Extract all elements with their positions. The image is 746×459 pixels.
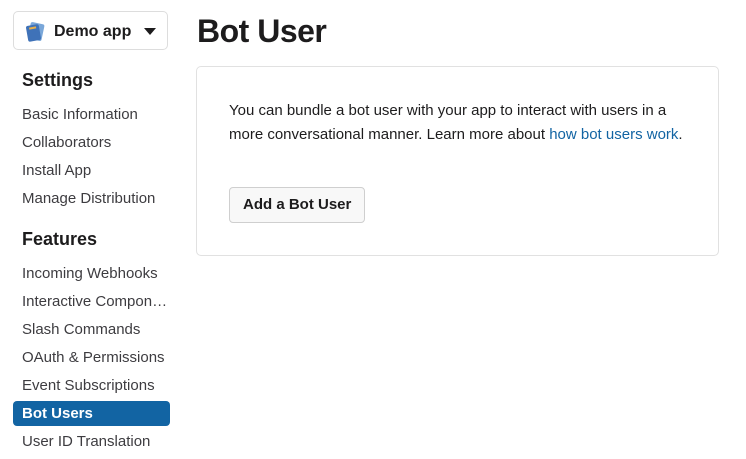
sidebar-item-slash-commands[interactable]: Slash Commands (13, 317, 170, 342)
settings-heading: Settings (22, 70, 94, 90)
caret-down-icon (144, 28, 156, 35)
sidebar-item-install-app[interactable]: Install App (13, 158, 170, 183)
bot-users-docs-link[interactable]: how bot users work (549, 126, 678, 143)
sidebar-item-interactive-components[interactable]: Interactive Components (13, 289, 170, 314)
card-description: You can bundle a bot user with your app … (229, 99, 689, 147)
sidebar-item-manage-distribution[interactable]: Manage Distribution (13, 186, 170, 211)
sidebar-item-bot-users[interactable]: Bot Users (13, 401, 170, 426)
sidebar-item-user-id-translation[interactable]: User ID Translation (13, 429, 170, 454)
sidebar-item-basic-information[interactable]: Basic Information (13, 102, 170, 127)
sidebar-item-event-subscriptions[interactable]: Event Subscriptions (13, 373, 170, 398)
app-name: Demo app (54, 23, 132, 40)
page-title: Bot User (197, 13, 327, 49)
app-switcher[interactable]: Demo app (13, 11, 168, 50)
bot-user-card: You can bundle a bot user with your app … (196, 66, 719, 256)
description-period: . (678, 126, 683, 143)
sidebar-item-oauth-permissions[interactable]: OAuth & Permissions (13, 345, 170, 370)
sidebar: Demo app Settings Basic Information Coll… (0, 0, 184, 459)
features-heading: Features (22, 229, 98, 249)
sidebar-item-collaborators[interactable]: Collaborators (13, 130, 170, 155)
sidebar-item-incoming-webhooks[interactable]: Incoming Webhooks (13, 261, 170, 286)
app-book-icon (26, 22, 45, 42)
add-bot-user-button[interactable]: Add a Bot User (229, 187, 366, 223)
